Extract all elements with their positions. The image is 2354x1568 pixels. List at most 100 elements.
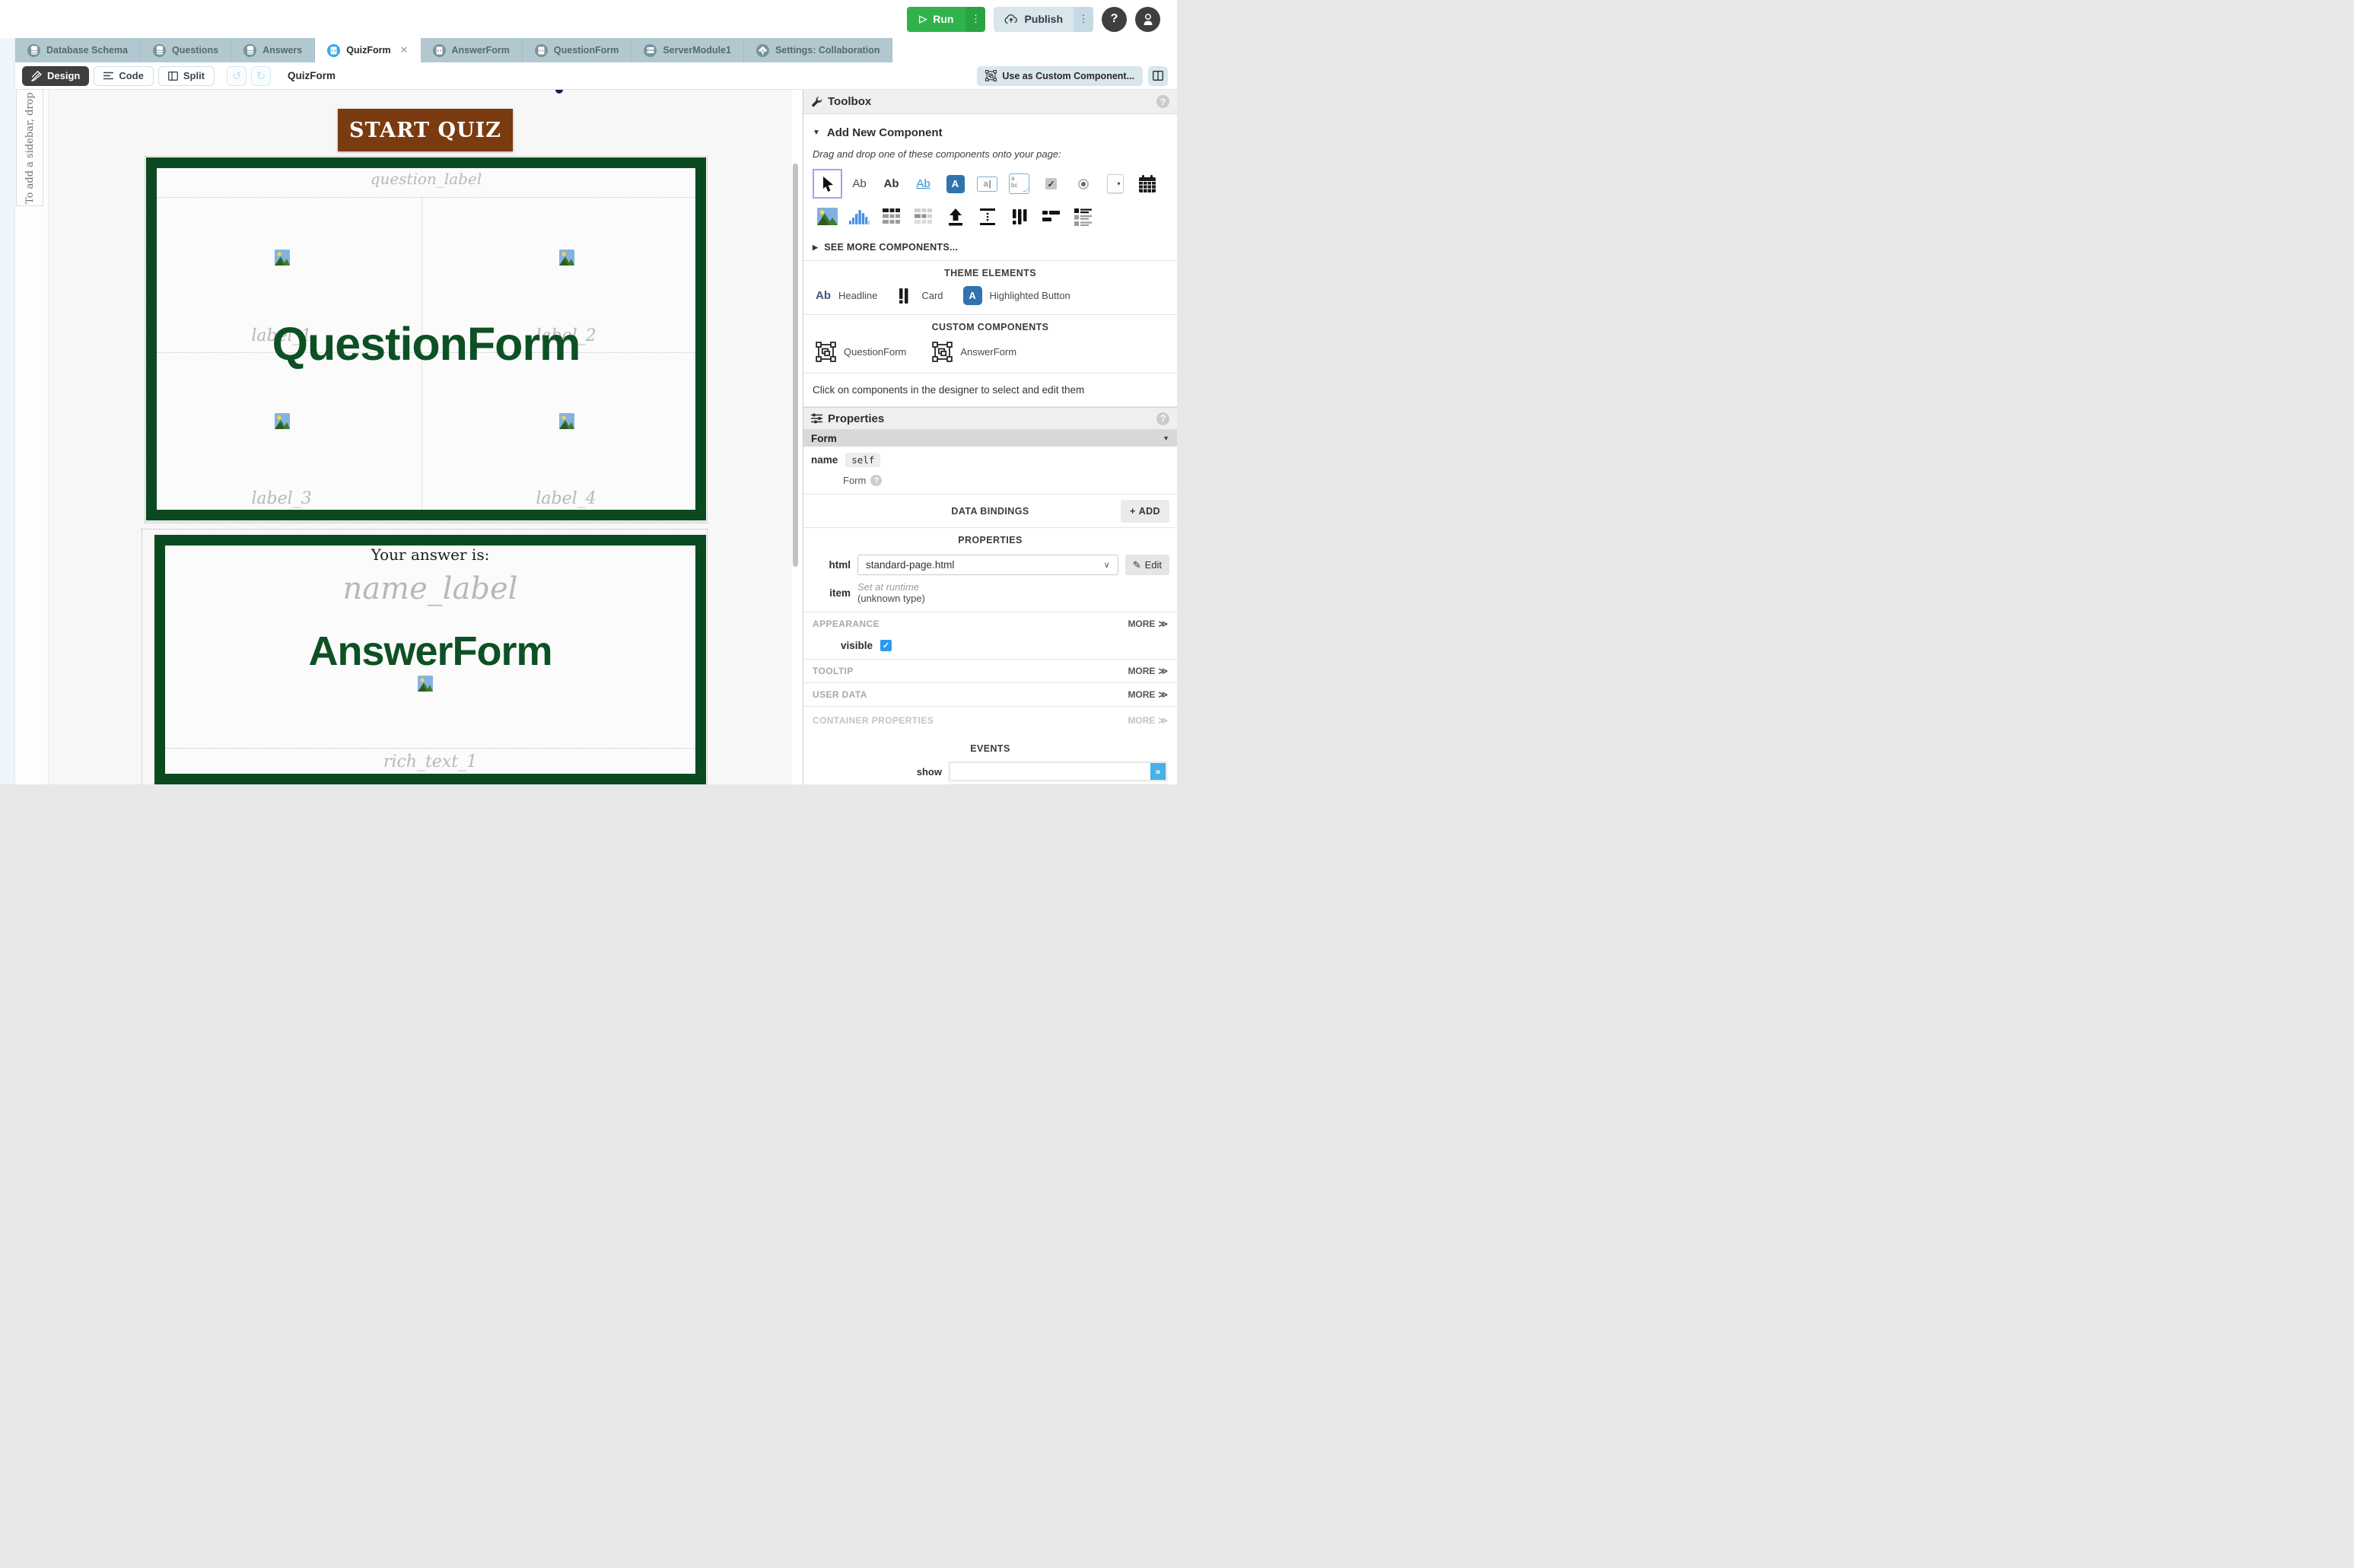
- select-tool[interactable]: [813, 169, 842, 199]
- component-datagrid[interactable]: [876, 202, 906, 231]
- answer-label-placeholder[interactable]: label_4: [513, 489, 619, 508]
- toolbox-help-icon[interactable]: ?: [1156, 95, 1169, 108]
- run-options-kebab-icon[interactable]: ⋮: [965, 7, 985, 32]
- tooltip-more-button[interactable]: MORE≫: [1128, 666, 1168, 676]
- tab-database-schema[interactable]: Database Schema: [15, 38, 141, 62]
- theme-highlighted-button[interactable]: A Highlighted Button: [963, 286, 1070, 305]
- account-button[interactable]: [1135, 7, 1160, 32]
- component-datepicker[interactable]: [1132, 169, 1162, 199]
- component-label[interactable]: Ab: [845, 169, 874, 199]
- html-template-select[interactable]: standard-page.html ∨: [857, 555, 1118, 575]
- component-link[interactable]: Ab: [908, 169, 938, 199]
- tab-label: Database Schema: [46, 45, 128, 56]
- component-dropdown[interactable]: ▾: [1100, 169, 1130, 199]
- add-binding-button[interactable]: + ADD: [1121, 500, 1169, 523]
- tab-quizform-active[interactable]: QuizForm ✕: [315, 38, 420, 62]
- toggle-side-panel-button[interactable]: [1148, 66, 1168, 86]
- tab-answers[interactable]: Answers: [231, 38, 315, 62]
- events-header: EVENTS: [803, 734, 1177, 754]
- component-plot[interactable]: [845, 202, 874, 231]
- theme-card[interactable]: Card: [897, 288, 943, 304]
- container-properties-header: CONTAINER PROPERTIES: [813, 715, 934, 726]
- undo-button[interactable]: ↺: [227, 66, 247, 86]
- component-image[interactable]: [813, 202, 842, 231]
- design-view-button[interactable]: Design: [22, 66, 89, 86]
- add-new-component-label: Add New Component: [827, 126, 943, 139]
- see-more-components-link[interactable]: ▶ SEE MORE COMPONENTS...: [803, 231, 1177, 261]
- close-tab-icon[interactable]: ✕: [400, 44, 409, 56]
- custom-answerform[interactable]: AnswerForm: [932, 342, 1016, 362]
- goto-handler-icon[interactable]: »: [1150, 763, 1166, 780]
- split-view-button[interactable]: Split: [158, 66, 215, 86]
- selected-component-dropdown[interactable]: Form ▼: [803, 430, 1177, 447]
- component-textbox[interactable]: a|: [972, 169, 1002, 199]
- visible-checkbox[interactable]: ✓: [880, 640, 892, 651]
- publish-options-kebab-icon[interactable]: ⋮: [1074, 7, 1093, 32]
- item-type-value: (unknown type): [857, 593, 925, 604]
- tab-questions[interactable]: Questions: [141, 38, 231, 62]
- bar-chart-icon: [849, 208, 870, 225]
- tab-label: AnswerForm: [452, 45, 510, 56]
- add-new-component-section[interactable]: ▼ Add New Component: [803, 114, 1177, 139]
- tab-settings-collaboration[interactable]: Settings: Collaboration: [744, 38, 893, 62]
- question-label-placeholder[interactable]: question_label: [157, 170, 695, 188]
- scrollbar-thumb[interactable]: [793, 164, 798, 567]
- help-button[interactable]: ?: [1102, 7, 1127, 32]
- tab-label: Questions: [172, 45, 218, 56]
- tab-answerform[interactable]: AnswerForm: [421, 38, 523, 62]
- canvas-scrollbar[interactable]: [792, 90, 803, 784]
- publish-button[interactable]: Publish ⋮: [994, 7, 1093, 32]
- name-label-placeholder[interactable]: name_label: [165, 571, 695, 606]
- image-placeholder-icon[interactable]: [417, 673, 434, 694]
- component-radiobutton[interactable]: [1068, 169, 1098, 199]
- split-label: Split: [183, 70, 205, 81]
- tab-servermodule1[interactable]: ServerModule1: [631, 38, 744, 62]
- name-value-chip[interactable]: self: [845, 453, 880, 467]
- rich-text-placeholder[interactable]: rich_text_1: [165, 752, 695, 771]
- run-button[interactable]: ▷ Run ⋮: [907, 7, 985, 32]
- component-fileloader[interactable]: [940, 202, 970, 231]
- database-icon: [27, 44, 40, 57]
- component-linearpanel[interactable]: [1036, 202, 1066, 231]
- sidebar-drop-zone[interactable]: To add a sidebar, drop a ColumnP: [16, 90, 43, 206]
- tab-questionform[interactable]: QuestionForm: [523, 38, 631, 62]
- component-columnpanel[interactable]: [1004, 202, 1034, 231]
- start-quiz-button[interactable]: START QUIZ: [338, 109, 513, 151]
- answer-title-label[interactable]: Your answer is:: [165, 545, 695, 564]
- component-richtext[interactable]: Ab: [876, 169, 906, 199]
- link-ab-icon: Ab: [916, 177, 930, 190]
- properties-help-icon[interactable]: ?: [1156, 412, 1169, 425]
- calendar-icon: [1137, 174, 1157, 194]
- use-as-custom-component-button[interactable]: Use as Custom Component...: [977, 66, 1143, 86]
- container-more-button[interactable]: MORE≫: [1128, 715, 1168, 726]
- see-more-label: SEE MORE COMPONENTS...: [824, 242, 958, 253]
- theme-headline[interactable]: Ab Headline: [816, 289, 877, 302]
- component-button[interactable]: A: [940, 169, 970, 199]
- custom-questionform[interactable]: QuestionForm: [816, 342, 906, 362]
- user-data-more-button[interactable]: MORE≫: [1128, 689, 1168, 700]
- type-help-icon[interactable]: ?: [870, 475, 882, 486]
- custom-component-icon: [816, 342, 836, 362]
- tab-label: QuestionForm: [554, 45, 619, 56]
- name-property-row: name self: [803, 447, 1177, 467]
- toolbox-header: Toolbox ?: [803, 90, 1177, 114]
- component-spacer[interactable]: [972, 202, 1002, 231]
- questionform-component[interactable]: question_label label_1 label_2 label_3 l…: [146, 157, 706, 520]
- event-show-input[interactable]: »: [950, 762, 1166, 781]
- answer-label-placeholder[interactable]: label_3: [228, 489, 335, 508]
- app-browser-rail: [0, 38, 15, 784]
- component-checkbox[interactable]: ✓: [1036, 169, 1066, 199]
- answerform-component[interactable]: Your answer is: name_label AnswerForm ri…: [154, 535, 706, 784]
- code-view-button[interactable]: Code: [94, 66, 154, 86]
- image-placeholder-icon[interactable]: [558, 247, 575, 268]
- image-placeholder-icon[interactable]: [274, 247, 291, 268]
- component-datarowpanel[interactable]: [908, 202, 938, 231]
- edit-html-button[interactable]: ✎ Edit: [1125, 555, 1169, 575]
- top-header: ▷ Run ⋮ Publish ⋮ ?: [0, 0, 1177, 38]
- component-repeatingpanel[interactable]: [1068, 202, 1098, 231]
- component-textarea[interactable]: abc: [1004, 169, 1034, 199]
- appearance-more-button[interactable]: MORE≫: [1128, 619, 1168, 629]
- image-placeholder-icon[interactable]: [558, 411, 575, 431]
- image-placeholder-icon[interactable]: [274, 411, 291, 431]
- redo-button[interactable]: ↻: [251, 66, 271, 86]
